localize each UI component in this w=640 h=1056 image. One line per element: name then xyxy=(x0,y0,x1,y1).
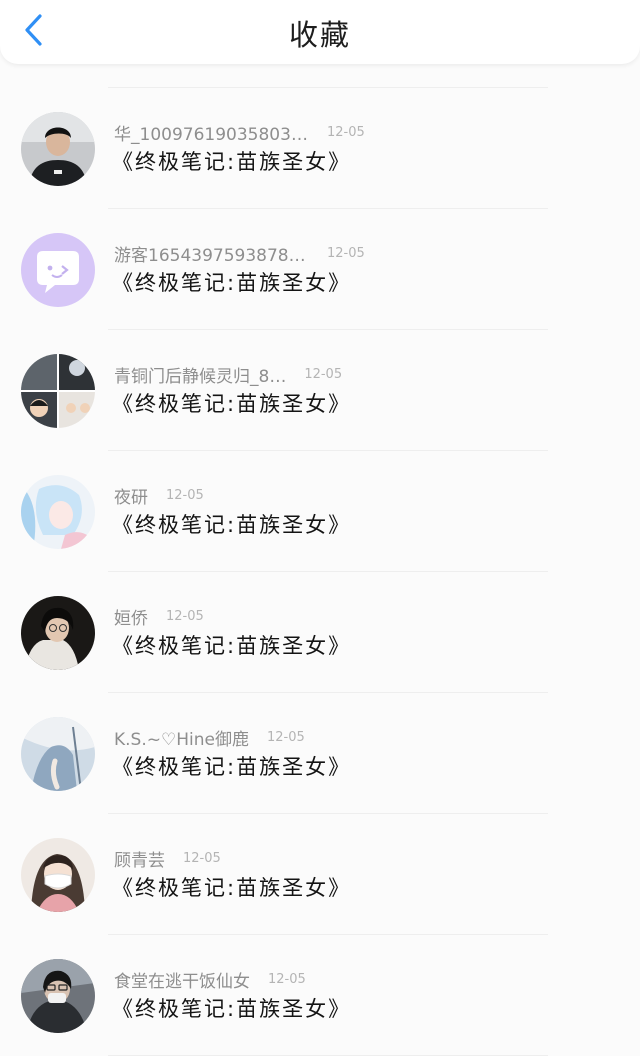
date: 12-05 xyxy=(166,487,204,503)
username: 食堂在逃干饭仙女 xyxy=(114,971,250,992)
top-bar: 收藏 xyxy=(0,0,640,64)
book-title: 《终极笔记:苗族圣女》 xyxy=(112,513,352,537)
avatar[interactable] xyxy=(21,354,95,428)
date: 12-05 xyxy=(183,850,221,866)
list-item[interactable]: 青铜门后静候灵归_8… 12-05 《终极笔记:苗族圣女》 xyxy=(0,330,640,451)
list-item[interactable]: 顾青芸 12-05 《终极笔记:苗族圣女》 xyxy=(0,814,640,935)
username: 青铜门后静候灵归_8… xyxy=(114,366,287,387)
list-item[interactable]: 夜研 12-05 《终极笔记:苗族圣女》 xyxy=(0,451,640,572)
username: 姮侨 xyxy=(114,608,148,629)
book-title: 《终极笔记:苗族圣女》 xyxy=(112,634,352,658)
avatar[interactable] xyxy=(21,233,95,307)
date: 12-05 xyxy=(166,608,204,624)
avatar[interactable] xyxy=(21,596,95,670)
book-title: 《终极笔记:苗族圣女》 xyxy=(112,392,352,416)
book-title: 《终极笔记:苗族圣女》 xyxy=(112,997,352,1021)
avatar[interactable] xyxy=(21,112,95,186)
username: 游客16543975938786FD5 xyxy=(114,245,309,266)
date: 12-05 xyxy=(304,366,343,382)
date: 12-05 xyxy=(266,729,305,745)
date: 12-05 xyxy=(327,124,365,140)
book-title: 《终极笔记:苗族圣女》 xyxy=(112,755,352,779)
list-item[interactable]: 姮侨 12-05 《终极笔记:苗族圣女》 xyxy=(0,572,640,693)
list-item[interactable]: 华_100976190358038226 12-05 《终极笔记:苗族圣女》 xyxy=(0,88,640,209)
list-item[interactable]: 食堂在逃干饭仙女 12-05 《终极笔记:苗族圣女》 xyxy=(0,935,640,1056)
page-title: 收藏 xyxy=(288,18,351,52)
book-title: 《终极笔记:苗族圣女》 xyxy=(112,150,352,174)
favorites-list: 华_100976190358038226 12-05 《终极笔记:苗族圣女》 游… xyxy=(0,88,640,1056)
avatar[interactable] xyxy=(21,838,95,912)
list-item[interactable]: K.S.~♡Hine御鹿 12-05 《终极笔记:苗族圣女》 xyxy=(0,693,640,814)
username: 华_100976190358038226 xyxy=(114,124,309,145)
book-title: 《终极笔记:苗族圣女》 xyxy=(112,271,352,295)
list-item[interactable]: 游客16543975938786FD5 12-05 《终极笔记:苗族圣女》 xyxy=(0,209,640,330)
avatar[interactable] xyxy=(21,717,95,791)
date: 12-05 xyxy=(268,971,306,987)
username: K.S.~♡Hine御鹿 xyxy=(114,729,249,750)
avatar[interactable] xyxy=(21,959,95,1033)
username: 夜研 xyxy=(114,487,148,508)
book-title: 《终极笔记:苗族圣女》 xyxy=(112,876,352,900)
avatar[interactable] xyxy=(21,475,95,549)
username: 顾青芸 xyxy=(114,850,165,871)
date: 12-05 xyxy=(327,245,365,261)
